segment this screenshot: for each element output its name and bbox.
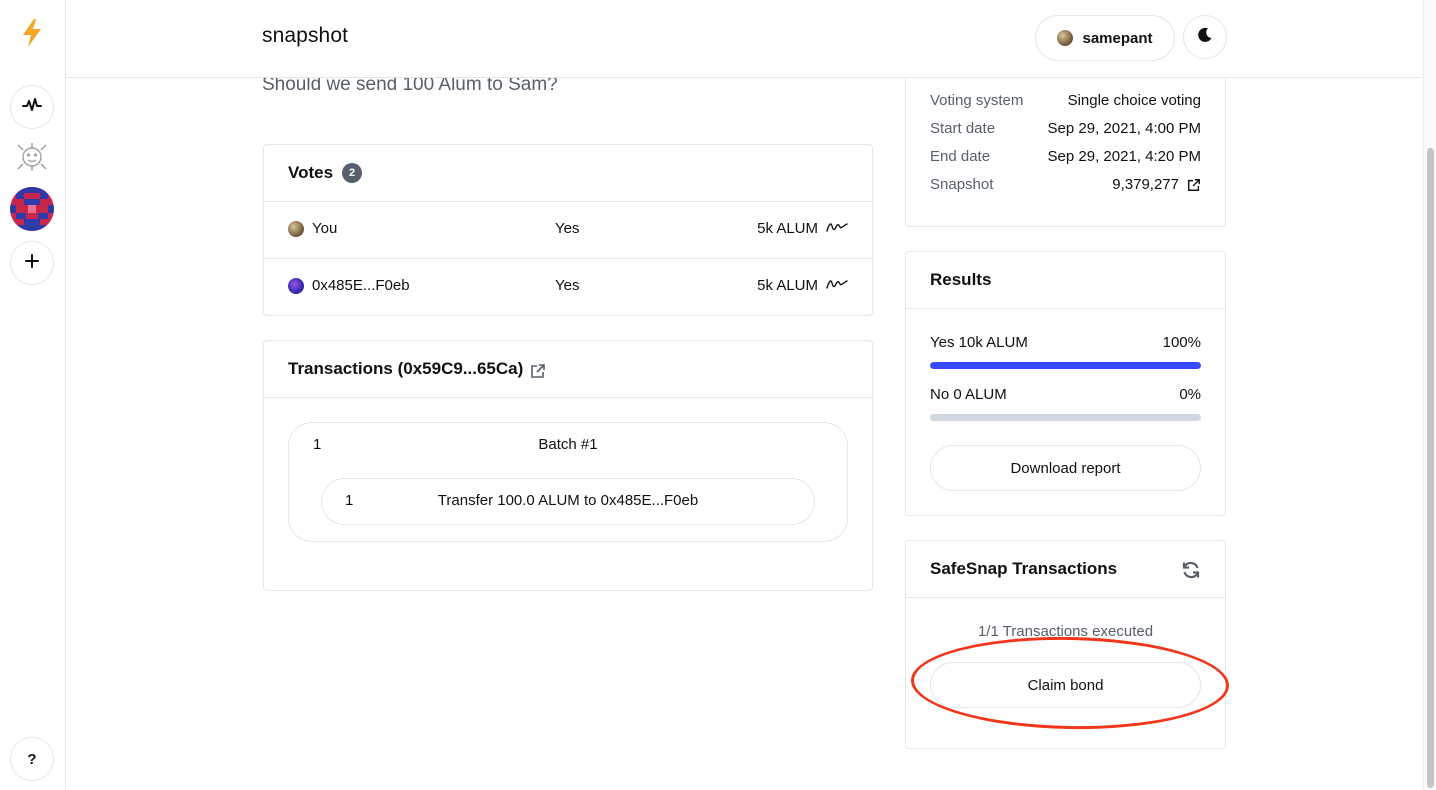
add-space-button[interactable]: [10, 241, 54, 285]
voter-avatar: [288, 220, 304, 237]
info-label: Start date: [930, 120, 996, 137]
voter-name: 0x485E...F0eb: [312, 277, 410, 294]
info-value: Sep 29, 2021, 4:20 PM: [1047, 148, 1201, 165]
info-label: Snapshot: [930, 176, 994, 193]
info-label: Voting system: [930, 92, 1024, 109]
signature-icon[interactable]: [826, 277, 848, 294]
scrollbar-thumb[interactable]: [1427, 148, 1434, 788]
safesnap-status: 1/1 Transactions executed: [977, 623, 1154, 640]
info-value: Sep 29, 2021, 4:00 PM: [1047, 120, 1201, 137]
space-button-avatar[interactable]: [10, 186, 54, 236]
info-value: Single choice voting: [1067, 92, 1201, 109]
snapshot-block-link[interactable]: 9,379,277: [1112, 176, 1201, 193]
transaction-description: Transfer 100.0 ALUM to 0x485E...F0eb: [437, 492, 699, 509]
votes-card: Votes 2 You Yes 5k ALUM 0x485E...F0eb Ye…: [263, 144, 873, 316]
voter-link[interactable]: You: [288, 220, 337, 237]
batch-title: Batch #1: [538, 436, 598, 453]
result-percent-no: 0%: [1179, 386, 1201, 403]
safesnap-title: SafeSnap Transactions: [930, 559, 1118, 578]
result-percent-yes: 100%: [1162, 334, 1201, 351]
transaction-item[interactable]: 1 Transfer 100.0 ALUM to 0x485E...F0eb: [321, 478, 815, 525]
external-link-icon[interactable]: [530, 363, 546, 379]
votes-header: Votes 2: [264, 145, 872, 202]
download-report-button[interactable]: Download report: [930, 445, 1201, 491]
result-bar-no: [930, 414, 1201, 421]
vote-row: You Yes 5k ALUM: [264, 202, 872, 259]
claim-bond-button[interactable]: Claim bond: [930, 662, 1201, 708]
info-row-snapshot: Snapshot 9,379,277: [930, 176, 1201, 196]
theme-toggle-button[interactable]: [1183, 15, 1227, 59]
votes-count-badge: 2: [342, 163, 363, 183]
vote-choice: Yes: [555, 220, 580, 237]
space-button-logo[interactable]: [10, 137, 54, 181]
help-icon: ?: [27, 750, 37, 768]
user-avatar: [1057, 30, 1074, 46]
results-header: Results: [906, 252, 1225, 309]
results-title: Results: [930, 270, 992, 289]
vote-power-value: 5k ALUM: [757, 277, 818, 294]
result-bar-yes: [930, 362, 1201, 369]
info-row-voting-system: Voting system Single choice voting: [930, 92, 1201, 112]
space-logo: [15, 142, 49, 177]
results-card: Results Yes 10k ALUM 100% No 0 ALUM 0% D…: [905, 251, 1226, 516]
lightning-icon: [19, 18, 45, 53]
result-bar-yes-fill: [930, 362, 1201, 369]
voter-link[interactable]: 0x485E...F0eb: [288, 277, 410, 294]
transactions-card: Transactions (0x59C9...65Ca) 1 Batch #1 …: [263, 340, 873, 591]
account-username: samepant: [1082, 29, 1153, 47]
voter-name: You: [312, 220, 338, 237]
signature-icon[interactable]: [826, 220, 848, 237]
info-label: End date: [930, 148, 991, 165]
vote-power: 5k ALUM: [757, 277, 848, 294]
snapshot-block-number: 9,379,277: [1112, 176, 1179, 193]
transactions-title: Transactions (0x59C9...65Ca): [288, 359, 524, 378]
home-lightning-button[interactable]: [10, 13, 54, 57]
help-button[interactable]: ?: [10, 737, 54, 781]
timeline-button[interactable]: [10, 85, 54, 129]
safesnap-header: SafeSnap Transactions: [906, 541, 1225, 598]
vote-row: 0x485E...F0eb Yes 5k ALUM: [264, 259, 872, 316]
brand-logo-text[interactable]: snapshot: [262, 24, 348, 48]
sidebar: ?: [0, 0, 66, 790]
info-row-start-date: Start date Sep 29, 2021, 4:00 PM: [930, 120, 1201, 140]
votes-title: Votes: [288, 163, 334, 182]
page-scrollbar[interactable]: [1423, 0, 1436, 790]
plus-icon: [25, 253, 39, 273]
external-link-icon: [1187, 178, 1201, 192]
safesnap-card: SafeSnap Transactions 1/1 Transactions e…: [905, 540, 1226, 749]
refresh-icon[interactable]: [1181, 560, 1201, 580]
batch-box: 1 Batch #1 1 Transfer 100.0 ALUM to 0x48…: [288, 422, 848, 542]
transactions-header: Transactions (0x59C9...65Ca): [264, 341, 872, 398]
result-label-no: No 0 ALUM: [930, 386, 1007, 403]
vote-power: 5k ALUM: [757, 220, 848, 237]
voter-avatar: [288, 277, 304, 294]
info-row-end-date: End date Sep 29, 2021, 4:20 PM: [930, 148, 1201, 168]
space-avatar: [10, 186, 54, 236]
vote-choice: Yes: [555, 277, 580, 294]
result-label-yes: Yes 10k ALUM: [930, 334, 1028, 351]
vote-power-value: 5k ALUM: [757, 220, 818, 237]
activity-icon: [22, 97, 42, 118]
moon-icon: [1197, 27, 1213, 48]
top-navbar: snapshot samepant: [66, 0, 1422, 78]
account-button[interactable]: samepant: [1035, 15, 1175, 61]
